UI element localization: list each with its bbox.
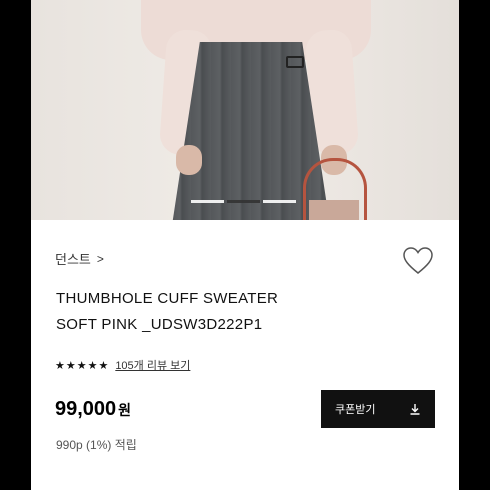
brand-name: 던스트 [55, 252, 91, 267]
product-title: THUMBHOLE CUFF SWEATER SOFT PINK _UDSW3D… [56, 286, 416, 338]
bag-body-shape [309, 200, 359, 220]
points-info: 990p (1%) 적립 [56, 438, 137, 452]
price: 99,000 원 [55, 398, 131, 421]
price-value: 99,000 [55, 398, 117, 420]
buckle-shape [286, 56, 304, 68]
product-title-line-2: SOFT PINK _UDSW3D222P1 [56, 316, 263, 333]
price-unit: 원 [118, 402, 132, 418]
review-link[interactable]: 105개 리뷰 보기 [115, 357, 190, 373]
coupon-button[interactable]: 쿠폰받기 [321, 390, 435, 428]
download-icon [409, 403, 421, 415]
chevron-right-icon: > [96, 251, 104, 266]
product-title-line-1: THUMBHOLE CUFF SWEATER [56, 290, 279, 307]
slide-indicator-2[interactable] [227, 200, 260, 203]
rating-row: ★★★★★ 105개 리뷰 보기 [55, 357, 190, 373]
slide-indicator-3[interactable] [263, 200, 296, 203]
product-detail-page: 던스트 > THUMBHOLE CUFF SWEATER SOFT PINK _… [31, 0, 459, 490]
rating-stars: ★★★★★ [55, 359, 110, 372]
coupon-button-label: 쿠폰받기 [335, 404, 376, 416]
slide-indicator-1[interactable] [191, 200, 224, 203]
brand-link[interactable]: 던스트 > [55, 249, 104, 268]
product-image[interactable] [31, 0, 459, 220]
hand-left-shape [176, 145, 202, 175]
heart-icon[interactable] [402, 246, 434, 276]
